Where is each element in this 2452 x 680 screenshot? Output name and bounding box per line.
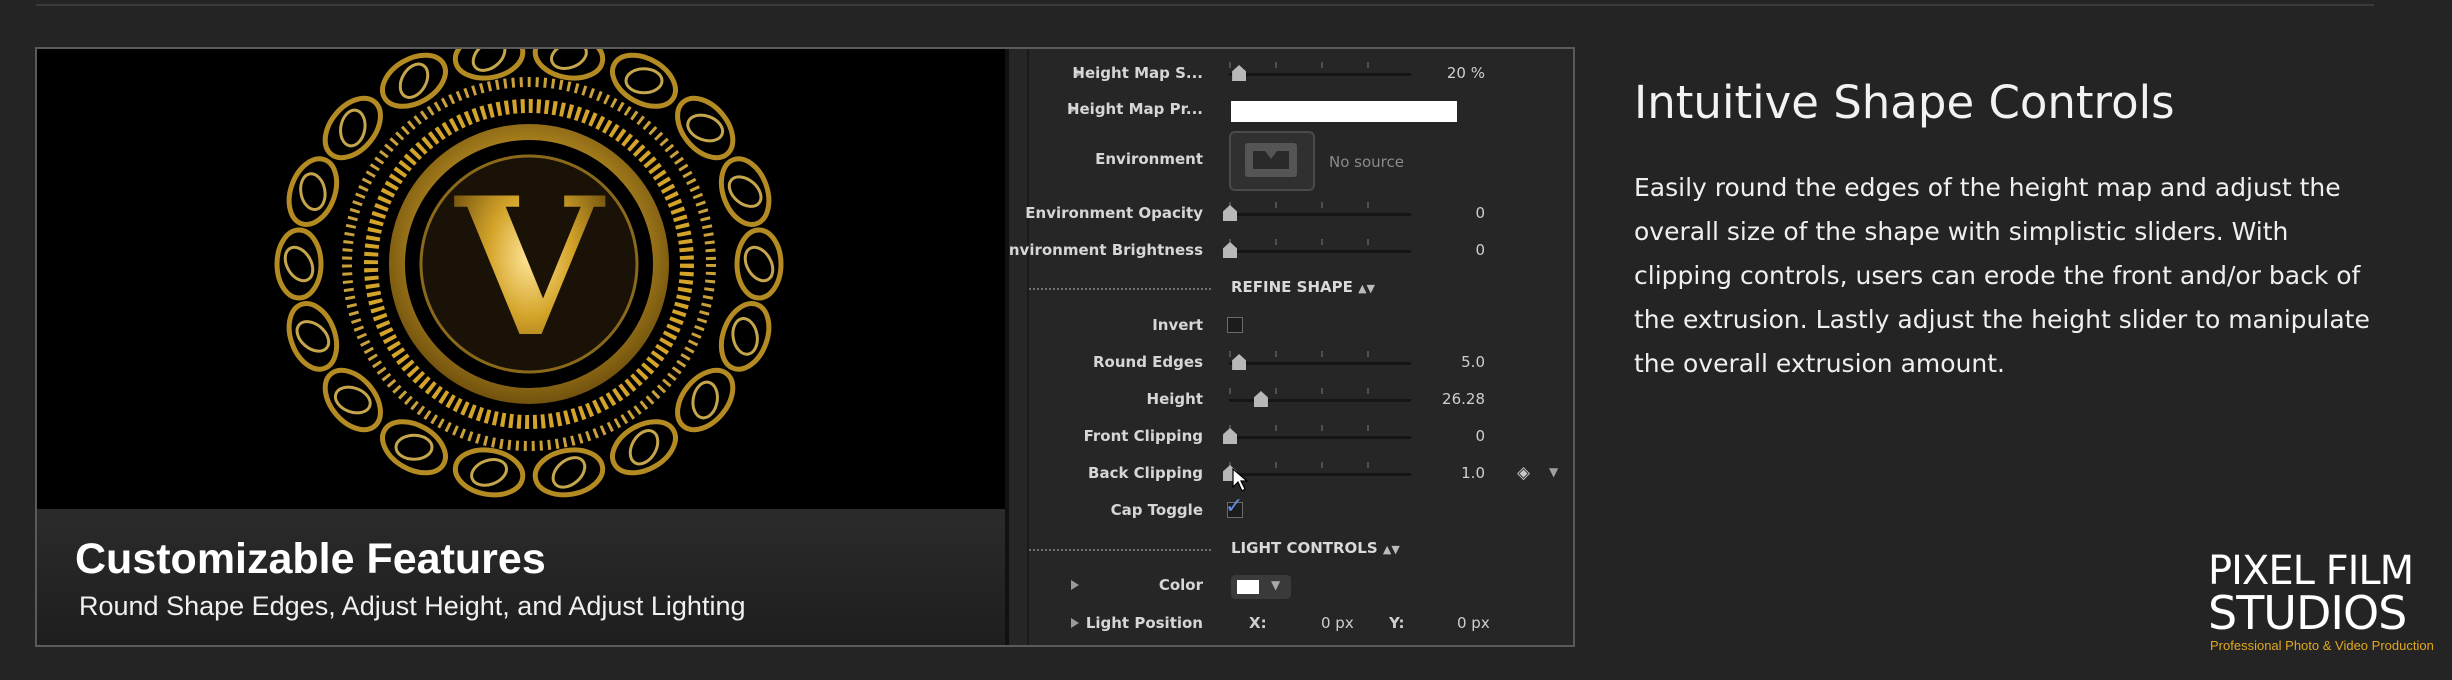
color-well[interactable]: ▼	[1231, 575, 1291, 599]
param-label: Height	[1146, 390, 1203, 408]
gold-v-ornament-image: V	[37, 49, 1005, 509]
y-label: Y:	[1389, 614, 1405, 632]
param-label: Front Clipping	[1083, 427, 1203, 445]
inspector-panel: Height Map S... 20 % Height Map Pr... En…	[1009, 49, 1573, 645]
slider-ticks	[1229, 202, 1411, 208]
chevron-down-icon: ▼	[1271, 578, 1281, 592]
param-value[interactable]: 5.0	[1461, 353, 1485, 371]
invert-checkbox[interactable]	[1227, 317, 1243, 333]
row-back-clipping: Back Clipping 1.0 ◈ ▼	[1009, 459, 1573, 492]
param-value[interactable]: 20 %	[1447, 64, 1485, 82]
back-clipping-slider[interactable]	[1229, 473, 1411, 476]
section-label: LIGHT CONTROLS ▲▼	[1231, 539, 1400, 557]
row-height: Height 26.28	[1009, 385, 1573, 415]
row-cap-toggle: Cap Toggle ✓	[1009, 494, 1573, 526]
param-value[interactable]: 26.28	[1442, 390, 1485, 408]
environment-image-well[interactable]	[1229, 131, 1315, 191]
param-label: Height Map S...	[1072, 64, 1203, 82]
environment-opacity-slider[interactable]	[1229, 213, 1411, 216]
environment-source-text: No source	[1329, 153, 1404, 171]
param-label: Light Position	[1085, 614, 1203, 632]
chevron-down-icon[interactable]: ▼	[1549, 465, 1558, 479]
row-height-map-scale: Height Map S... 20 %	[1009, 59, 1573, 89]
x-label: X:	[1249, 614, 1267, 632]
slider-ticks	[1229, 351, 1411, 357]
svg-text:V: V	[453, 156, 606, 379]
param-label: Invert	[1152, 316, 1203, 334]
preview-caption: Customizable Features Round Shape Edges,…	[37, 509, 1005, 645]
up-down-arrows-icon: ▲▼	[1382, 543, 1400, 556]
round-edges-slider[interactable]	[1229, 362, 1411, 365]
disclosure-triangle-icon[interactable]	[1071, 618, 1079, 628]
param-label: Environment	[1095, 150, 1203, 168]
slider-ticks	[1229, 425, 1411, 431]
up-down-arrows-icon: ▲▼	[1358, 282, 1376, 295]
slider-ticks	[1229, 239, 1411, 245]
top-divider	[36, 4, 2374, 6]
slider-ticks	[1229, 388, 1411, 394]
param-label: Environment Brightness	[1009, 241, 1203, 259]
slider-ticks	[1229, 462, 1411, 468]
logo-line-2: STUDIOS	[2208, 586, 2407, 640]
row-light-position: Light Position X: 0 px Y: 0 px	[1009, 609, 1573, 639]
section-rule	[1029, 549, 1211, 551]
param-value[interactable]: 0	[1475, 204, 1485, 222]
row-front-clipping: Front Clipping 0	[1009, 422, 1573, 452]
caption-subtitle: Round Shape Edges, Adjust Height, and Ad…	[79, 591, 746, 621]
param-label: Height Map Pr...	[1066, 100, 1203, 118]
row-environment-brightness: Environment Brightness 0	[1009, 236, 1573, 266]
image-drop-icon	[1245, 143, 1297, 177]
color-swatch	[1237, 580, 1259, 594]
section-refine-shape[interactable]: REFINE SHAPE ▲▼	[1009, 273, 1573, 303]
feature-screenshot: V Customizable Features Round Shape Edge…	[35, 47, 1575, 647]
param-value[interactable]: 1.0	[1461, 464, 1485, 482]
preview-viewer: V Customizable Features Round Shape Edge…	[37, 49, 1005, 645]
height-map-scale-slider[interactable]	[1229, 73, 1411, 76]
y-value[interactable]: 0 px	[1457, 614, 1490, 632]
front-clipping-slider[interactable]	[1229, 436, 1411, 439]
slider-ticks	[1229, 62, 1411, 68]
environment-brightness-slider[interactable]	[1229, 250, 1411, 253]
x-value[interactable]: 0 px	[1321, 614, 1354, 632]
row-environment-opacity: Environment Opacity 0	[1009, 199, 1573, 229]
param-label: Environment Opacity	[1025, 204, 1203, 222]
row-invert: Invert	[1009, 311, 1573, 341]
checkmark-icon: ✓	[1225, 494, 1244, 519]
section-headline: Intuitive Shape Controls	[1634, 76, 2175, 129]
param-label: Back Clipping	[1088, 464, 1203, 482]
param-label: Round Edges	[1093, 353, 1203, 371]
keyframe-diamond-icon[interactable]: ◈	[1517, 463, 1530, 483]
param-label: Cap Toggle	[1110, 501, 1203, 519]
row-color: Color ▼	[1009, 571, 1573, 601]
mouse-pointer-icon	[1232, 467, 1249, 492]
row-round-edges: Round Edges 5.0	[1009, 348, 1573, 378]
section-description: Easily round the edges of the height map…	[1634, 173, 2370, 378]
height-map-preview-well[interactable]	[1231, 101, 1457, 122]
param-label: Color	[1158, 576, 1203, 594]
section-light-controls[interactable]: LIGHT CONTROLS ▲▼	[1009, 534, 1573, 564]
param-value[interactable]: 0	[1475, 427, 1485, 445]
logo-tagline: Professional Photo & Video Production	[2210, 638, 2434, 653]
disclosure-triangle-icon[interactable]	[1071, 580, 1079, 590]
section-rule	[1029, 288, 1211, 290]
caption-title: Customizable Features	[75, 535, 546, 583]
section-label: REFINE SHAPE ▲▼	[1231, 278, 1376, 296]
param-value[interactable]: 0	[1475, 241, 1485, 259]
